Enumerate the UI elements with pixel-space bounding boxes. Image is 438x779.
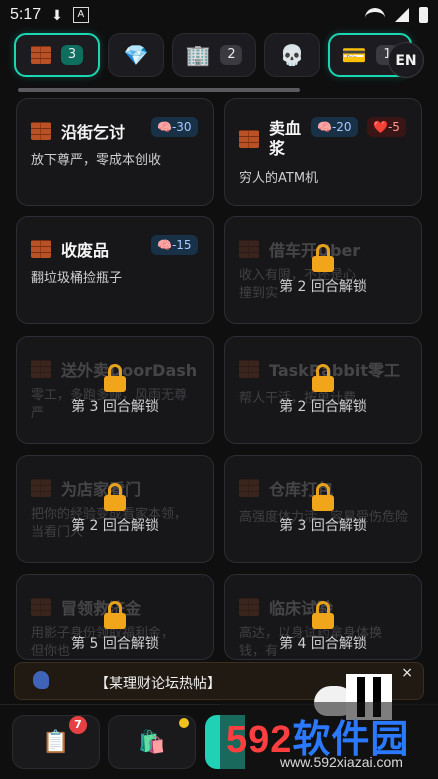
job-card-doorman[interactable]: 为店家看门 把你的经验变成看家本领， 当看门人 第 2 回合解锁 (16, 455, 214, 563)
job-title: 收废品 (61, 241, 110, 260)
unlock-round-text: 第 2 回合解锁 (279, 399, 367, 415)
lock-overlay: 第 2 回合解锁 (225, 217, 421, 323)
job-card-begging[interactable]: 沿街乞讨 🧠-30 放下尊严，零成本创收 (16, 98, 214, 206)
status-bar: 5:17 ⬇ A (0, 0, 438, 30)
heart-cost-tag: ❤️-5 (367, 117, 406, 137)
lock-overlay: 第 2 回合解锁 (17, 456, 213, 562)
tasks-badge: 7 (69, 716, 87, 734)
job-desc: 放下尊严，零成本创收 (31, 153, 162, 168)
brick-icon (31, 46, 51, 64)
job-title: 卖血 浆 (269, 119, 302, 158)
scroll-indicator (18, 88, 300, 92)
job-title: 沿街乞讨 (61, 123, 126, 142)
building-icon: 🏢 (185, 43, 211, 67)
lock-overlay: 第 3 回合解锁 (17, 337, 213, 443)
brain-cost-tag: 🧠-20 (311, 117, 358, 137)
lock-icon (312, 601, 334, 629)
job-card-doordash[interactable]: 送外卖DoorDash 零工，多跑多赚，风雨无尊 严 第 3 回合解锁 (16, 336, 214, 444)
unlock-round-text: 第 2 回合解锁 (71, 518, 159, 534)
lock-overlay: 第 3 回合解锁 (225, 456, 421, 562)
tasks-button[interactable]: 📋 7 (12, 715, 100, 769)
lock-overlay: 第 2 回合解锁 (225, 337, 421, 443)
wifi-icon (365, 8, 385, 22)
job-card-clinical-trial[interactable]: 临床试验 高达，以身试药拿身体换 钱，有 第 4 回合解锁 (224, 574, 422, 660)
speaker-head-icon (33, 671, 49, 689)
job-card-welfare[interactable]: 冒领救济金 用影子身份领取福利金， 但你也 第 5 回合解锁 (16, 574, 214, 660)
job-card-taskrabbit[interactable]: TaskRabbit零工 帮人干活，按单计费 第 2 回合解锁 (224, 336, 422, 444)
tab-building[interactable]: 🏢 2 (172, 33, 256, 77)
diamond-icon: 💎 (123, 43, 149, 67)
lock-icon (312, 483, 334, 511)
clipboard-icon: 📋 (42, 729, 70, 755)
tab-skull[interactable]: 💀 (264, 33, 320, 77)
unlock-round-text: 第 5 回合解锁 (71, 636, 159, 652)
job-card-plasma[interactable]: 卖血 浆 🧠-20 ❤️-5 穷人的ATM机 (224, 98, 422, 206)
download-icon: ⬇ (51, 6, 63, 23)
brain-cost-tag: 🧠-15 (151, 235, 198, 255)
tab-bricks[interactable]: 3 (14, 33, 100, 77)
lock-icon (104, 483, 126, 511)
brick-icon (31, 240, 51, 258)
skull-icon: 💀 (279, 43, 305, 67)
status-time: 5:17 (10, 6, 42, 23)
tab-bricks-count: 3 (61, 45, 83, 65)
unlock-round-text: 第 3 回合解锁 (71, 399, 159, 415)
job-card-uber[interactable]: 借车开Uber 收入有限，不还是心 撞到实 第 2 回合解锁 (224, 216, 422, 324)
close-icon[interactable]: × (401, 665, 413, 681)
unlock-round-text: 第 4 回合解锁 (279, 636, 367, 652)
resource-tabs: 3 💎 🏢 2 💀 💳 1 (14, 33, 424, 77)
unlock-round-text: 第 3 回合解锁 (279, 518, 367, 534)
job-card-scrap[interactable]: 收废品 🧠-15 翻垃圾桶捡瓶子 (16, 216, 214, 324)
shop-button[interactable]: 🛍️ (108, 715, 196, 769)
shopping-bag-icon: 🛍️ (138, 729, 166, 755)
brain-cost-tag: 🧠-30 (151, 117, 198, 137)
lock-overlay: 第 5 回合解锁 (17, 575, 213, 659)
battery-icon (419, 7, 428, 23)
brick-icon (31, 122, 51, 140)
unlock-round-text: 第 2 回合解锁 (279, 279, 367, 295)
lock-icon (104, 601, 126, 629)
job-desc: 翻垃圾桶捡瓶子 (31, 271, 123, 286)
lock-icon (312, 244, 334, 272)
lock-overlay: 第 4 回合解锁 (225, 575, 421, 659)
brick-icon (239, 130, 259, 148)
lock-icon (104, 364, 126, 392)
news-banner-text: 【某理财论坛热帖】 (95, 676, 221, 692)
tab-building-count: 2 (220, 45, 243, 65)
app-icon: A (72, 7, 89, 23)
language-button[interactable]: EN (388, 42, 424, 78)
money-icon: 💳 (341, 43, 367, 67)
job-card-warehouse[interactable]: 仓库打包 高强度体力活，容易受伤危险 第 3 回合解锁 (224, 455, 422, 563)
watermark: 592软件园 www.592xiazai.com (220, 702, 438, 778)
notification-dot (179, 718, 189, 728)
tab-diamond[interactable]: 💎 (108, 33, 164, 77)
job-desc: 穷人的ATM机 (239, 171, 319, 186)
watermark-url: www.592xiazai.com (280, 754, 403, 770)
lock-icon (312, 364, 334, 392)
signal-icon (395, 8, 409, 22)
